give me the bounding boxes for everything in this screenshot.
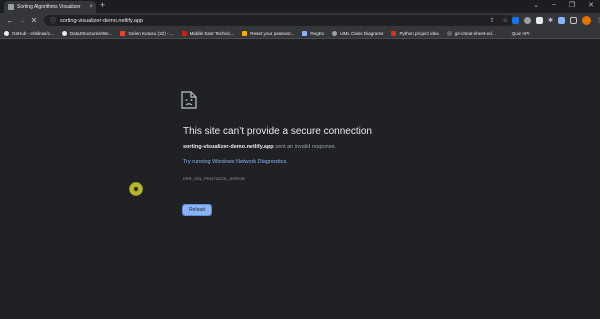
bookmark-star-icon[interactable]: ☆ xyxy=(503,17,508,24)
extensions-puzzle-icon[interactable]: ✱ xyxy=(548,17,553,24)
sad-document-icon xyxy=(181,91,197,109)
side-panel-icon[interactable] xyxy=(570,17,578,24)
git-icon xyxy=(446,30,452,36)
regex-icon xyxy=(302,30,308,36)
extension-icon[interactable] xyxy=(524,17,531,24)
forward-button[interactable]: → xyxy=(16,16,28,25)
metu-icon xyxy=(181,30,187,36)
translate-extension-icon[interactable] xyxy=(512,17,519,24)
tab-favicon-icon xyxy=(8,4,14,10)
profile-avatar[interactable] xyxy=(582,16,592,25)
tab-search-icon[interactable]: ⌄ xyxy=(533,1,539,9)
error-heading: This site can’t provide a secure connect… xyxy=(183,126,372,137)
bookmark-regex[interactable]: RegEx xyxy=(302,30,324,36)
tab-strip: Sorting Algorithms Visualizer × + ⌄ – ❐ … xyxy=(0,0,600,13)
minimize-button[interactable]: – xyxy=(552,1,556,9)
restore-button[interactable]: ❐ xyxy=(569,1,575,9)
bookmark-metu[interactable]: Middle East Technic... xyxy=(181,30,234,36)
share-icon[interactable]: ⇪ xyxy=(490,17,495,24)
stop-loading-button[interactable]: ✕ xyxy=(28,16,40,25)
site-info-icon[interactable]: ⓘ xyxy=(50,16,56,25)
bookmark-github[interactable]: GitHub - erbilnas/c... xyxy=(4,30,54,36)
quiz-icon xyxy=(503,30,509,36)
error-page: This site can’t provide a secure connect… xyxy=(0,40,600,319)
new-tab-button[interactable]: + xyxy=(100,0,105,10)
menu-kebab-icon[interactable]: ⋮ xyxy=(596,17,600,24)
tab-title: Sorting Algorithms Visualizer xyxy=(17,4,81,10)
bookmark-uml[interactable]: UML Class Diagrams xyxy=(332,30,383,36)
gmail-icon xyxy=(120,30,126,36)
bookmark-git-cheat-sheet[interactable]: git-cheat-sheet-ed... xyxy=(446,30,496,36)
network-diagnostics-link[interactable]: Try running Windows Network Diagnostics. xyxy=(183,159,288,165)
cursor-highlight xyxy=(129,182,143,196)
error-domain: sorting-visualizer-demo.netlify.app xyxy=(183,144,274,150)
error-message: sorting-visualizer-demo.netlify.app sent… xyxy=(183,144,337,150)
address-url[interactable]: sorting-visualizer-demo.netlify.app xyxy=(60,18,490,24)
bookmark-reset-password[interactable]: Reset your passwor... xyxy=(242,30,294,36)
bookmarks-bar: GitHub - erbilnas/c... DataStructures/We… xyxy=(0,28,600,39)
tab-group-icon[interactable] xyxy=(558,17,566,24)
globe-icon xyxy=(332,30,338,36)
bookmark-datastructures[interactable]: DataStructures/We... xyxy=(61,30,112,36)
close-window-button[interactable]: ✕ xyxy=(588,1,594,9)
bookmark-gmail[interactable]: Gelen Kutusu (32) - ... xyxy=(120,30,174,36)
extension-area: ✱ ⋮ xyxy=(512,16,600,25)
settings-extension-icon[interactable] xyxy=(536,17,543,24)
key-icon xyxy=(242,30,248,36)
browser-toolbar: ← → ✕ ⓘ sorting-visualizer-demo.netlify.… xyxy=(0,13,600,28)
address-bar[interactable]: ⓘ sorting-visualizer-demo.netlify.app ⇪ … xyxy=(44,15,514,26)
window-controls: ⌄ – ❐ ✕ xyxy=(533,1,594,9)
reload-button[interactable]: Reload xyxy=(182,204,212,216)
python-icon xyxy=(391,30,397,36)
bookmark-quiz-api[interactable]: Quiz API xyxy=(503,30,530,36)
tab-sorting-visualizer[interactable]: Sorting Algorithms Visualizer × xyxy=(4,1,96,13)
github-icon xyxy=(61,30,67,36)
bookmark-python[interactable]: Python project idea xyxy=(391,30,439,36)
back-button[interactable]: ← xyxy=(4,16,16,25)
error-code: ERR_SSL_PROTOCOL_ERROR xyxy=(183,176,245,181)
tab-close-icon[interactable]: × xyxy=(89,4,93,10)
github-icon xyxy=(4,30,9,36)
